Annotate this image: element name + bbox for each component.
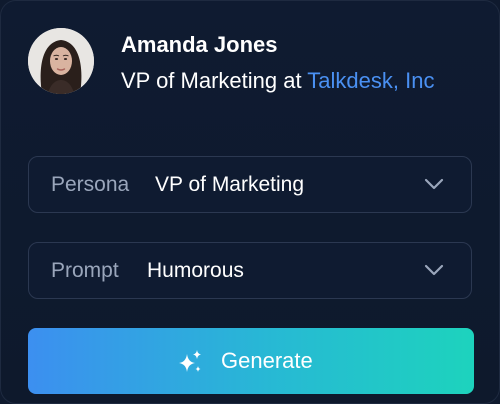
chevron-down-icon[interactable] — [424, 263, 444, 277]
company-link[interactable]: Talkdesk, Inc — [307, 68, 434, 93]
generator-card: Amanda Jones VP of Marketing at Talkdesk… — [0, 0, 500, 404]
persona-select[interactable]: Persona VP of Marketing — [28, 156, 472, 213]
prompt-select[interactable]: Prompt Humorous — [28, 242, 472, 299]
chevron-down-icon[interactable] — [424, 177, 444, 191]
generate-label: Generate — [221, 348, 313, 373]
sparkles-icon — [179, 350, 201, 372]
profile-role-title: VP of Marketing at — [121, 68, 308, 93]
persona-label: Persona — [51, 173, 130, 196]
profile-role: VP of Marketing at Talkdesk, Inc — [121, 65, 481, 97]
prompt-label: Prompt — [51, 259, 119, 282]
generate-button[interactable]: Generate — [28, 328, 474, 394]
persona-value: VP of Marketing — [155, 173, 305, 196]
avatar — [28, 28, 94, 94]
prompt-value: Humorous — [147, 259, 244, 282]
profile-name: Amanda Jones — [121, 32, 278, 57]
